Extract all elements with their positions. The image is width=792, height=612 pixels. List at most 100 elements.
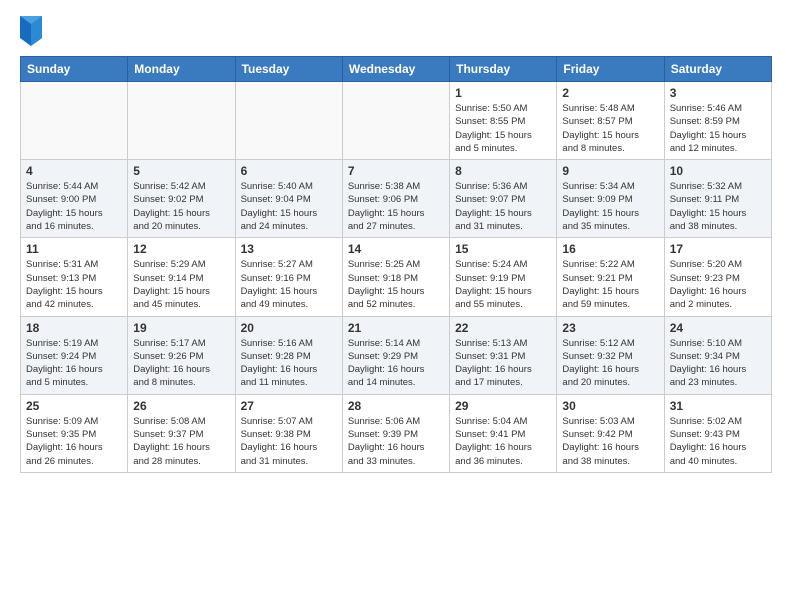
day-info: Sunrise: 5:19 AM Sunset: 9:24 PM Dayligh… (26, 337, 122, 390)
calendar-day-cell (128, 82, 235, 160)
calendar-day-cell: 1Sunrise: 5:50 AM Sunset: 8:55 PM Daylig… (450, 82, 557, 160)
day-number: 23 (562, 321, 658, 335)
calendar-day-cell: 16 Sunrise: 5:22 AM Sunset: 9:21 PM Dayli… (557, 238, 664, 316)
header (20, 16, 772, 46)
calendar-day-cell: 14Sunrise: 5:25 AM Sunset: 9:18 PM Dayli… (342, 238, 449, 316)
day-number: 30 (562, 399, 658, 413)
calendar-week-row: 4 Sunrise: 5:44 AM Sunset: 9:00 PM Daylig… (21, 160, 772, 238)
calendar-day-cell: 9 Sunrise: 5:34 AM Sunset: 9:09 PM Daylig… (557, 160, 664, 238)
day-info: Sunrise: 5:13 AM Sunset: 9:31 PM Dayligh… (455, 337, 551, 390)
day-info: Sunrise: 5:29 AM Sunset: 9:14 PM Dayligh… (133, 258, 229, 311)
calendar-day-cell: 10Sunrise: 5:32 AM Sunset: 9:11 PM Dayli… (664, 160, 771, 238)
day-number: 20 (241, 321, 337, 335)
day-number: 11 (26, 242, 122, 256)
day-info: Sunrise: 5:14 AM Sunset: 9:29 PM Dayligh… (348, 337, 444, 390)
day-info: Sunrise: 5:17 AM Sunset: 9:26 PM Dayligh… (133, 337, 229, 390)
calendar-day-cell: 29 Sunrise: 5:04 AM Sunset: 9:41 PM Dayli… (450, 394, 557, 472)
day-number: 13 (241, 242, 337, 256)
day-info: Sunrise: 5:08 AM Sunset: 9:37 PM Dayligh… (133, 415, 229, 468)
day-number: 4 (26, 164, 122, 178)
calendar-day-cell: 5 Sunrise: 5:42 AM Sunset: 9:02 PM Daylig… (128, 160, 235, 238)
day-number: 19 (133, 321, 229, 335)
day-info: Sunrise: 5:16 AM Sunset: 9:28 PM Dayligh… (241, 337, 337, 390)
calendar-header-tuesday: Tuesday (235, 57, 342, 82)
calendar-day-cell: 13 Sunrise: 5:27 AM Sunset: 9:16 PM Dayli… (235, 238, 342, 316)
calendar-day-cell: 18 Sunrise: 5:19 AM Sunset: 9:24 PM Dayli… (21, 316, 128, 394)
logo (20, 16, 48, 46)
day-info: Sunrise: 5:04 AM Sunset: 9:41 PM Dayligh… (455, 415, 551, 468)
day-number: 2 (562, 86, 658, 100)
calendar-day-cell: 27Sunrise: 5:07 AM Sunset: 9:38 PM Dayli… (235, 394, 342, 472)
day-info: Sunrise: 5:46 AM Sunset: 8:59 PM Dayligh… (670, 102, 766, 155)
day-info: Sunrise: 5:44 AM Sunset: 9:00 PM Dayligh… (26, 180, 122, 233)
day-info: Sunrise: 5:24 AM Sunset: 9:19 PM Dayligh… (455, 258, 551, 311)
day-number: 5 (133, 164, 229, 178)
day-number: 31 (670, 399, 766, 413)
calendar-day-cell: 2 Sunrise: 5:48 AM Sunset: 8:57 PM Daylig… (557, 82, 664, 160)
calendar-day-cell: 6 Sunrise: 5:40 AM Sunset: 9:04 PM Daylig… (235, 160, 342, 238)
day-info: Sunrise: 5:31 AM Sunset: 9:13 PM Dayligh… (26, 258, 122, 311)
day-number: 18 (26, 321, 122, 335)
day-info: Sunrise: 5:22 AM Sunset: 9:21 PM Dayligh… (562, 258, 658, 311)
day-info: Sunrise: 5:36 AM Sunset: 9:07 PM Dayligh… (455, 180, 551, 233)
day-number: 24 (670, 321, 766, 335)
calendar-day-cell: 28 Sunrise: 5:06 AM Sunset: 9:39 PM Dayli… (342, 394, 449, 472)
calendar-header-wednesday: Wednesday (342, 57, 449, 82)
day-number: 29 (455, 399, 551, 413)
day-number: 8 (455, 164, 551, 178)
calendar-day-cell: 24Sunrise: 5:10 AM Sunset: 9:34 PM Dayli… (664, 316, 771, 394)
calendar-header-row: SundayMondayTuesdayWednesdayThursdayFrid… (21, 57, 772, 82)
day-info: Sunrise: 5:09 AM Sunset: 9:35 PM Dayligh… (26, 415, 122, 468)
day-info: Sunrise: 5:34 AM Sunset: 9:09 PM Dayligh… (562, 180, 658, 233)
day-number: 17 (670, 242, 766, 256)
day-number: 15 (455, 242, 551, 256)
day-info: Sunrise: 5:06 AM Sunset: 9:39 PM Dayligh… (348, 415, 444, 468)
calendar-day-cell: 12 Sunrise: 5:29 AM Sunset: 9:14 PM Dayli… (128, 238, 235, 316)
day-number: 25 (26, 399, 122, 413)
calendar-header-sunday: Sunday (21, 57, 128, 82)
day-info: Sunrise: 5:03 AM Sunset: 9:42 PM Dayligh… (562, 415, 658, 468)
calendar-day-cell: 7Sunrise: 5:38 AM Sunset: 9:06 PM Daylig… (342, 160, 449, 238)
calendar-day-cell: 26 Sunrise: 5:08 AM Sunset: 9:37 PM Dayli… (128, 394, 235, 472)
calendar-day-cell (235, 82, 342, 160)
day-number: 6 (241, 164, 337, 178)
day-number: 14 (348, 242, 444, 256)
calendar-day-cell: 4 Sunrise: 5:44 AM Sunset: 9:00 PM Daylig… (21, 160, 128, 238)
calendar-week-row: 25 Sunrise: 5:09 AM Sunset: 9:35 PM Dayli… (21, 394, 772, 472)
calendar-week-row: 11 Sunrise: 5:31 AM Sunset: 9:13 PM Dayli… (21, 238, 772, 316)
calendar-day-cell: 25 Sunrise: 5:09 AM Sunset: 9:35 PM Dayli… (21, 394, 128, 472)
calendar-header-saturday: Saturday (664, 57, 771, 82)
calendar-day-cell: 21 Sunrise: 5:14 AM Sunset: 9:29 PM Dayli… (342, 316, 449, 394)
day-number: 10 (670, 164, 766, 178)
day-info: Sunrise: 5:27 AM Sunset: 9:16 PM Dayligh… (241, 258, 337, 311)
calendar-day-cell: 19 Sunrise: 5:17 AM Sunset: 9:26 PM Dayli… (128, 316, 235, 394)
calendar-day-cell (21, 82, 128, 160)
day-info: Sunrise: 5:12 AM Sunset: 9:32 PM Dayligh… (562, 337, 658, 390)
day-info: Sunrise: 5:07 AM Sunset: 9:38 PM Dayligh… (241, 415, 337, 468)
day-info: Sunrise: 5:42 AM Sunset: 9:02 PM Dayligh… (133, 180, 229, 233)
day-number: 26 (133, 399, 229, 413)
calendar-header-monday: Monday (128, 57, 235, 82)
calendar-day-cell: 30 Sunrise: 5:03 AM Sunset: 9:42 PM Dayli… (557, 394, 664, 472)
calendar-week-row: 1Sunrise: 5:50 AM Sunset: 8:55 PM Daylig… (21, 82, 772, 160)
day-info: Sunrise: 5:02 AM Sunset: 9:43 PM Dayligh… (670, 415, 766, 468)
day-info: Sunrise: 5:20 AM Sunset: 9:23 PM Dayligh… (670, 258, 766, 311)
calendar-day-cell: 17 Sunrise: 5:20 AM Sunset: 9:23 PM Dayli… (664, 238, 771, 316)
calendar-day-cell: 11 Sunrise: 5:31 AM Sunset: 9:13 PM Dayli… (21, 238, 128, 316)
day-info: Sunrise: 5:48 AM Sunset: 8:57 PM Dayligh… (562, 102, 658, 155)
day-number: 12 (133, 242, 229, 256)
calendar-day-cell (342, 82, 449, 160)
calendar-day-cell: 8 Sunrise: 5:36 AM Sunset: 9:07 PM Daylig… (450, 160, 557, 238)
day-number: 21 (348, 321, 444, 335)
day-number: 16 (562, 242, 658, 256)
calendar-header-friday: Friday (557, 57, 664, 82)
day-number: 9 (562, 164, 658, 178)
day-number: 22 (455, 321, 551, 335)
day-info: Sunrise: 5:40 AM Sunset: 9:04 PM Dayligh… (241, 180, 337, 233)
calendar-day-cell: 31 Sunrise: 5:02 AM Sunset: 9:43 PM Dayli… (664, 394, 771, 472)
calendar-day-cell: 20 Sunrise: 5:16 AM Sunset: 9:28 PM Dayli… (235, 316, 342, 394)
logo-icon (20, 16, 42, 46)
day-number: 28 (348, 399, 444, 413)
day-number: 7 (348, 164, 444, 178)
calendar-day-cell: 22 Sunrise: 5:13 AM Sunset: 9:31 PM Dayli… (450, 316, 557, 394)
